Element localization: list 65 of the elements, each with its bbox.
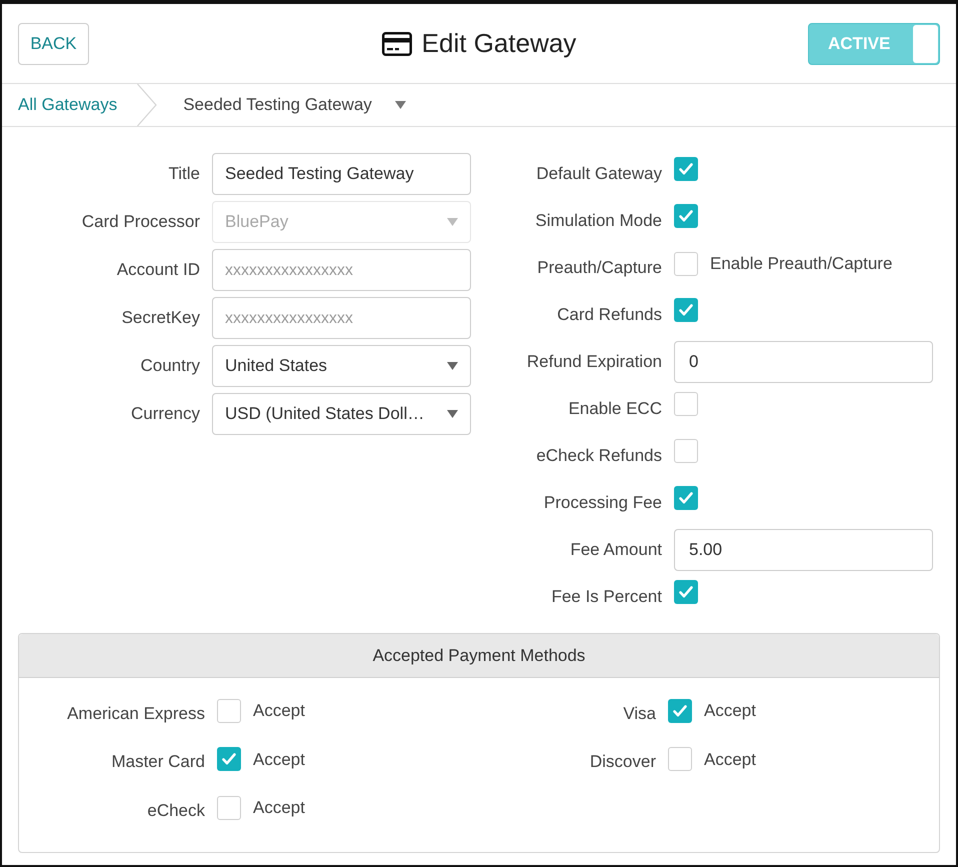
field-label: Default Gateway — [535, 163, 662, 186]
check-icon — [679, 586, 693, 598]
checkbox-label: Accept — [253, 748, 305, 770]
checkbox-label: Accept — [253, 797, 305, 819]
payment-method-label: Visa — [622, 704, 656, 724]
checkbox-label: Enable Preauth/Capture — [710, 253, 892, 275]
payment-method-label: Master Card — [110, 752, 205, 772]
field-label: Fee Amount — [569, 539, 662, 562]
panel-title: Accepted Payment Methods — [372, 644, 586, 667]
field-label: SecretKey — [120, 307, 200, 330]
caret-icon — [447, 410, 458, 418]
credit-card-icon — [382, 32, 412, 56]
field-label: Card Processor — [80, 211, 200, 234]
checkbox[interactable] — [674, 252, 698, 276]
toggle-knob — [913, 24, 938, 62]
field-label: Refund Expiration — [526, 351, 662, 374]
text-field[interactable]: xxxxxxxxxxxxxxxx — [212, 297, 471, 339]
field-label: Card Refunds — [556, 304, 662, 326]
payment-method-label: American Express — [66, 704, 205, 724]
text-field[interactable]: 5.00 — [674, 529, 933, 571]
payment-method-label: eCheck — [146, 800, 205, 820]
checkbox[interactable] — [217, 796, 241, 820]
field-label: Simulation Mode — [534, 210, 662, 232]
field-label: Title — [168, 163, 200, 186]
checkbox[interactable] — [674, 157, 698, 181]
select-field[interactable]: USD (United States Doll… — [212, 393, 471, 435]
checkbox[interactable] — [217, 747, 241, 772]
checkbox-label: Accept — [704, 748, 756, 770]
text-field[interactable]: 0 — [674, 341, 933, 383]
back-button[interactable]: BACK — [18, 22, 89, 64]
checkbox[interactable] — [674, 298, 698, 322]
check-icon — [673, 704, 687, 717]
check-icon — [679, 304, 693, 316]
checkbox[interactable] — [668, 698, 692, 723]
check-icon — [222, 753, 236, 766]
text-field[interactable]: Seeded Testing Gateway — [212, 153, 471, 195]
checkbox[interactable] — [674, 439, 698, 463]
checkbox[interactable] — [674, 392, 698, 416]
field-label: Currency — [130, 403, 200, 426]
payment-method-label: Discover — [588, 752, 656, 772]
caret-icon — [394, 101, 406, 109]
field-label: Country — [139, 355, 200, 378]
select-field[interactable]: United States — [212, 345, 471, 387]
caret-icon — [447, 218, 458, 226]
breadcrumb-dropdown[interactable]: Seeded Testing Gateway — [183, 84, 406, 126]
check-icon — [679, 492, 693, 504]
checkbox[interactable] — [668, 747, 692, 772]
checkbox-label: Accept — [253, 700, 305, 722]
checkbox[interactable] — [674, 580, 698, 604]
check-icon — [679, 210, 693, 222]
field-label: eCheck Refunds — [535, 445, 662, 468]
caret-icon — [447, 362, 458, 370]
field-label: Account ID — [116, 259, 200, 282]
field-label: Preauth/Capture — [536, 257, 662, 280]
checkbox[interactable] — [674, 204, 698, 228]
checkbox[interactable] — [674, 486, 698, 510]
field-label: Processing Fee — [542, 492, 662, 514]
page-title: Edit Gateway — [422, 27, 576, 60]
checkbox-label: Accept — [704, 700, 756, 722]
field-label: Fee Is Percent — [550, 586, 662, 608]
field-label: Enable ECC — [567, 398, 662, 420]
checkbox[interactable] — [217, 698, 241, 723]
text-field[interactable]: xxxxxxxxxxxxxxxx — [212, 249, 471, 291]
check-icon — [679, 163, 693, 175]
breadcrumb-link[interactable]: All Gateways — [2, 84, 138, 126]
